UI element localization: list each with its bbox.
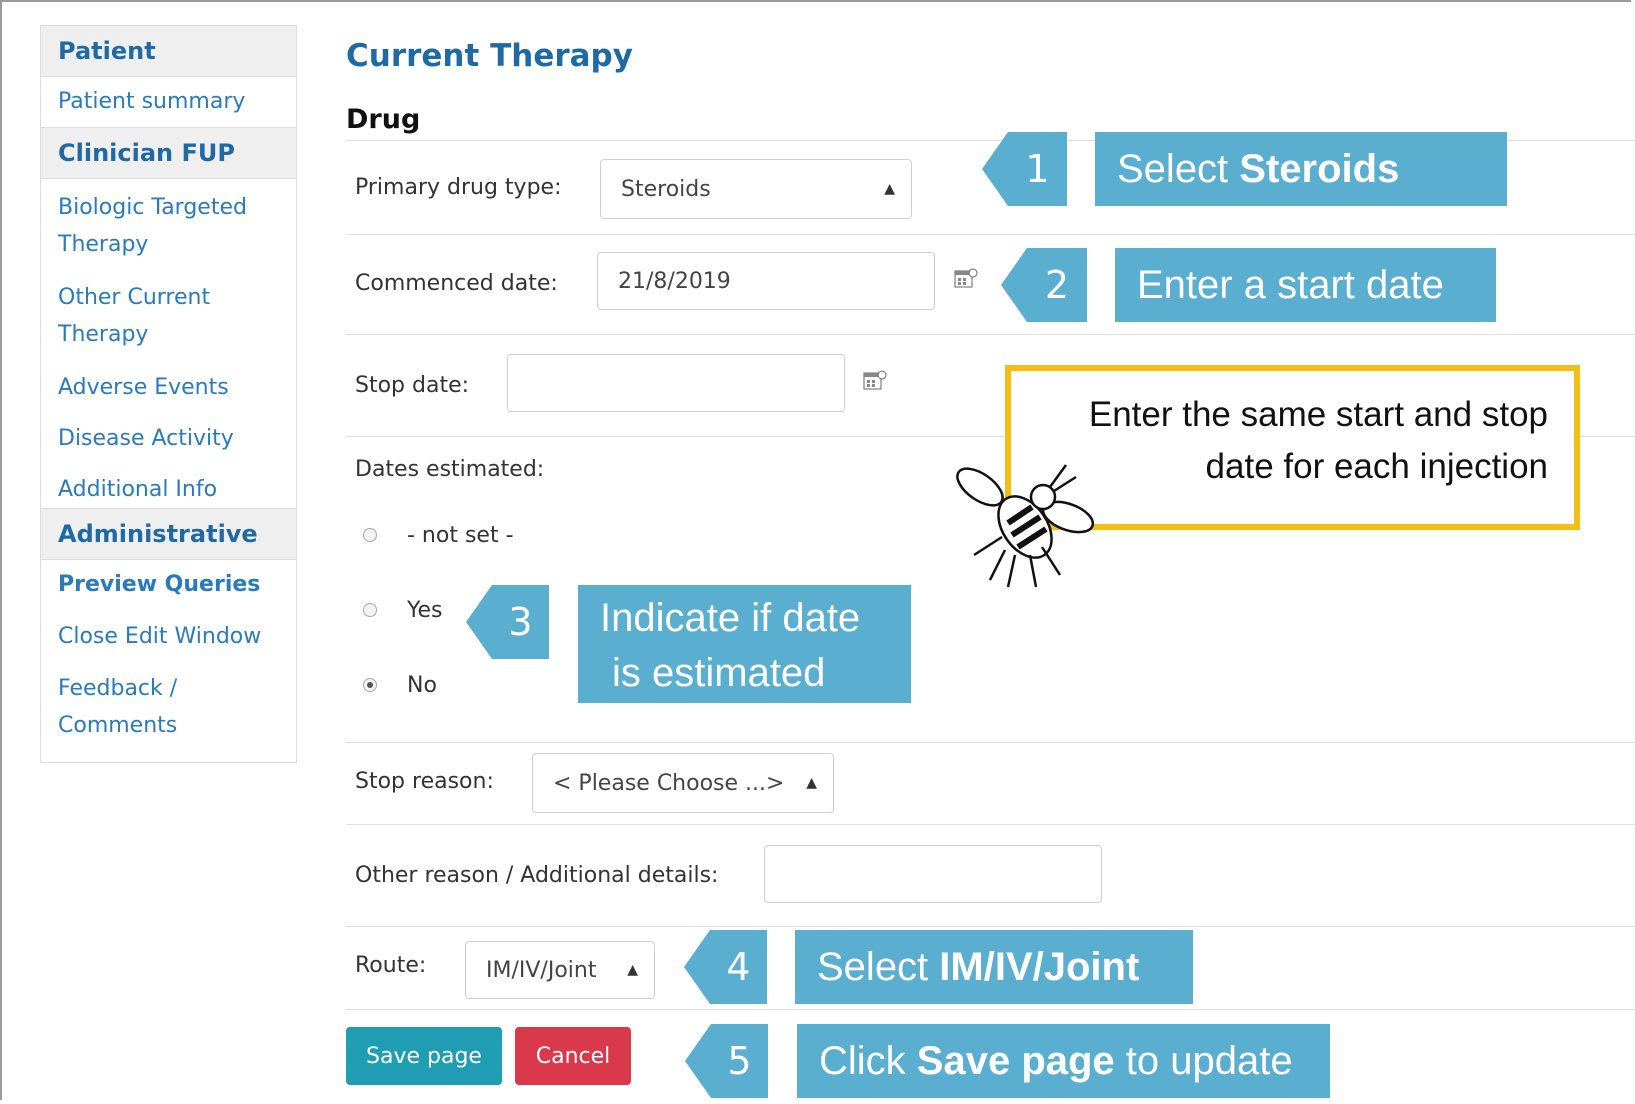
select-caret-icon: ▲ [884, 181, 895, 197]
radio-yes-label: Yes [407, 598, 443, 623]
primary-drug-type-value: Steroids [621, 176, 711, 202]
cancel-button[interactable]: Cancel [515, 1027, 631, 1085]
sidebar-item-adverse-events[interactable]: Adverse Events [41, 355, 296, 406]
stop-reason-select[interactable]: < Please Choose ...> ▲ [532, 753, 834, 813]
sidebar-item-other-current-therapy[interactable]: Other Current Therapy [41, 265, 285, 355]
select-caret-icon: ▲ [806, 775, 817, 791]
section-title-drug: Drug [346, 104, 421, 135]
sidebar-heading-patient: Patient [41, 26, 296, 77]
radio-not-set-label: - not set - [407, 523, 514, 548]
select-caret-icon: ▲ [627, 962, 638, 978]
commenced-date-label: Commenced date: [355, 271, 558, 296]
primary-drug-type-select[interactable]: Steroids ▲ [600, 159, 912, 219]
callout-1-text: Select [1117, 146, 1240, 191]
row-stop-reason: Stop reason: < Please Choose ...> ▲ [346, 742, 1635, 824]
callout-5-pre: Click [819, 1038, 917, 1083]
callout-2: Enter a start date [1115, 248, 1496, 322]
dates-estimated-label: Dates estimated: [355, 457, 545, 482]
other-reason-input[interactable] [764, 845, 1102, 903]
sidebar-item-biologic-targeted-therapy[interactable]: Biologic Targeted Therapy [41, 179, 285, 265]
save-button[interactable]: Save page [346, 1027, 502, 1085]
callout-2-text: Enter a start date [1137, 262, 1444, 307]
stop-date-label: Stop date: [355, 373, 470, 398]
radio-yes[interactable] [363, 603, 377, 617]
callout-3-line1: Indicate if date [600, 596, 861, 640]
stop-date-input[interactable] [507, 354, 845, 412]
sidebar-heading-clinician-fup: Clinician FUP [41, 127, 296, 179]
sidebar-item-preview-queries[interactable]: Preview Queries [41, 560, 296, 610]
sidebar: Patient Patient summary Clinician FUP Bi… [40, 25, 297, 763]
stop-reason-label: Stop reason: [355, 769, 494, 794]
bee-icon [956, 464, 1095, 588]
callout-1-bold: Steroids [1239, 146, 1400, 191]
sidebar-item-patient-summary[interactable]: Patient summary [41, 77, 296, 127]
sidebar-item-additional-info[interactable]: Additional Info [41, 457, 296, 508]
callout-5: Click Save page to update [797, 1024, 1330, 1098]
stop-reason-value: < Please Choose ...> [553, 770, 785, 796]
callout-1: Select Steroids [1095, 132, 1507, 206]
callout-4-bold: IM/IV/Joint [939, 944, 1140, 989]
callout-3-line2: is estimated [612, 651, 826, 695]
radio-no[interactable] [363, 678, 377, 692]
callout-5-bold: Save page [916, 1038, 1115, 1083]
callout-3: Indicate if date is estimated [578, 585, 911, 703]
callout-5-post: to update [1114, 1038, 1293, 1083]
primary-drug-type-label: Primary drug type: [355, 175, 562, 200]
route-label: Route: [355, 953, 427, 978]
route-value: IM/IV/Joint [486, 957, 597, 983]
sidebar-heading-administrative: Administrative [41, 508, 296, 560]
callout-number-5: 5 [685, 1024, 768, 1098]
callout-number-4: 4 [684, 930, 767, 1004]
sidebar-item-feedback-comments[interactable]: Feedback / Comments [41, 662, 255, 744]
row-other-reason: Other reason / Additional details: [346, 824, 1635, 926]
callout-number-2: 2 [1001, 248, 1087, 322]
callout-number-3: 3 [466, 585, 549, 659]
radio-not-set[interactable] [363, 528, 377, 542]
sidebar-item-close-edit-window[interactable]: Close Edit Window [41, 610, 296, 662]
page-title: Current Therapy [346, 38, 633, 74]
route-select[interactable]: IM/IV/Joint ▲ [465, 941, 655, 999]
commenced-date-input[interactable]: 21/8/2019 [597, 252, 935, 310]
sidebar-item-disease-activity[interactable]: Disease Activity [41, 406, 296, 457]
other-reason-label: Other reason / Additional details: [355, 863, 719, 888]
callout-number-1: 1 [982, 132, 1067, 206]
commenced-date-value: 21/8/2019 [618, 268, 731, 294]
callout-4-text: Select [817, 944, 940, 989]
radio-no-label: No [407, 673, 437, 698]
calendar-icon[interactable] [954, 267, 978, 291]
callout-4: Select IM/IV/Joint [795, 930, 1193, 1004]
calendar-icon[interactable] [863, 369, 887, 393]
